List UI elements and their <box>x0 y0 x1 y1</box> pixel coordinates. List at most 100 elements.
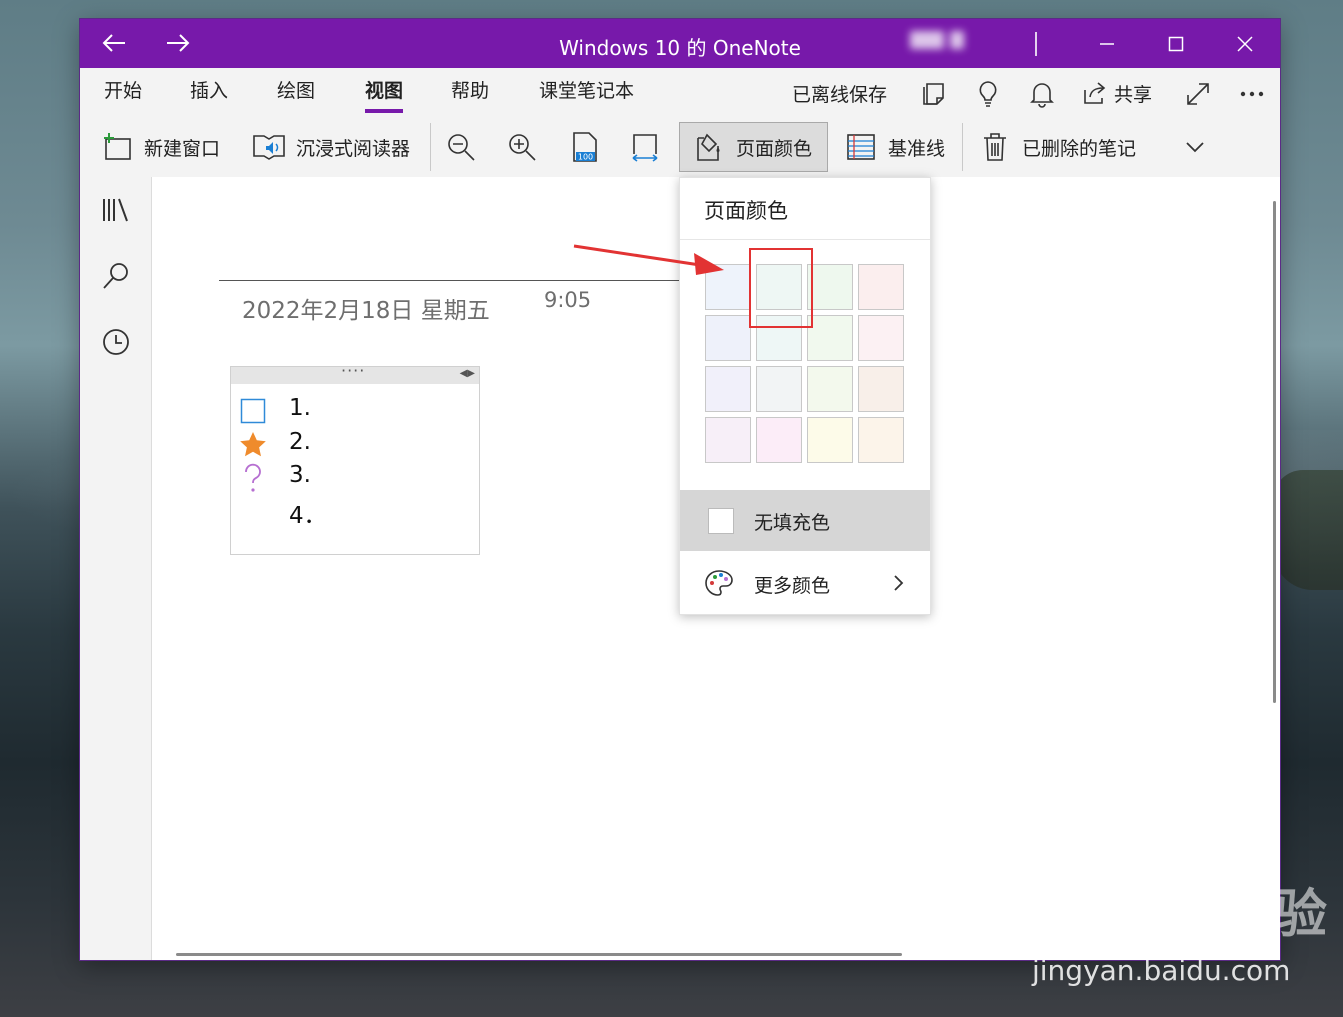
chevron-down-icon <box>1186 142 1204 153</box>
back-button[interactable] <box>94 27 134 59</box>
color-swatch[interactable] <box>858 366 904 412</box>
list-number: 2. <box>289 429 311 455</box>
note-container[interactable]: ···· ◀▶ 1. 2. 3. 4． <box>230 361 480 555</box>
deleted-notes-label: 已删除的笔记 <box>1022 137 1137 160</box>
notebooks-icon <box>103 198 128 222</box>
color-swatch[interactable] <box>705 366 751 412</box>
minimize-icon <box>1100 42 1114 45</box>
ribbon-tabs: 开始 插入 绘图 视图 帮助 课堂笔记本 已离线保存 共享 <box>80 68 1280 118</box>
new-window-button[interactable]: 新建窗口 <box>100 122 220 172</box>
more-options-button[interactable] <box>1235 77 1269 111</box>
color-swatch[interactable] <box>807 417 853 463</box>
star-tag-icon[interactable] <box>239 431 267 459</box>
page-width-button[interactable] <box>628 122 672 172</box>
trash-icon <box>984 133 1006 161</box>
notebooks-button[interactable] <box>98 192 134 228</box>
left-navigation <box>80 177 152 960</box>
checkbox-tag-icon[interactable] <box>239 397 267 425</box>
page-color-dropdown: 页面颜色 无填充色 更多颜色 <box>679 177 931 615</box>
sticky-notes-icon <box>923 83 944 105</box>
color-swatch[interactable] <box>705 315 751 361</box>
color-swatch[interactable] <box>756 417 802 463</box>
tab-draw[interactable]: 绘图 <box>277 68 315 118</box>
color-swatch[interactable] <box>756 315 802 361</box>
new-window-label: 新建窗口 <box>144 137 221 160</box>
tab-help[interactable]: 帮助 <box>451 68 489 118</box>
search-button[interactable] <box>98 258 134 294</box>
clock-icon <box>103 329 129 355</box>
account-name-blurred[interactable] <box>910 31 970 55</box>
tab-class-notebook[interactable]: 课堂笔记本 <box>539 68 634 118</box>
color-swatch[interactable] <box>807 315 853 361</box>
share-icon <box>1084 82 1106 104</box>
horizontal-scrollbar[interactable] <box>176 953 902 956</box>
recent-notes-button[interactable] <box>98 324 134 360</box>
note-container-handle[interactable]: ···· ◀▶ <box>231 361 479 384</box>
ellipsis-icon <box>1240 91 1264 97</box>
no-fill-swatch <box>708 508 734 534</box>
tab-home[interactable]: 开始 <box>104 68 142 118</box>
color-swatch[interactable] <box>858 315 904 361</box>
forward-button[interactable] <box>158 27 198 59</box>
list-item: 2. <box>239 429 439 459</box>
zoom-out-button[interactable] <box>444 122 488 172</box>
share-label: 共享 <box>1114 83 1153 106</box>
tell-me-button[interactable] <box>971 77 1005 111</box>
list-number: 4． <box>289 503 327 529</box>
tab-view[interactable]: 视图 <box>365 68 404 118</box>
deleted-notes-button[interactable]: 已删除的笔记 <box>978 122 1136 172</box>
vertical-scrollbar[interactable] <box>1273 201 1276 703</box>
expand-icon <box>1187 83 1209 105</box>
toolbar-separator <box>962 123 963 171</box>
zoom-100-button[interactable]: 100 <box>568 122 612 172</box>
page-width-icon <box>632 134 658 162</box>
rule-lines-icon <box>847 134 875 160</box>
maximize-button[interactable] <box>1144 19 1208 68</box>
notifications-button[interactable] <box>1025 77 1059 111</box>
color-swatch[interactable] <box>807 366 853 412</box>
close-icon <box>1237 35 1253 52</box>
notifications-feed-button[interactable] <box>918 77 952 111</box>
rule-lines-button[interactable]: 基准线 <box>844 122 945 172</box>
question-tag-icon[interactable] <box>239 463 267 492</box>
palette-icon <box>705 570 733 596</box>
maximize-icon <box>1168 36 1184 51</box>
resize-arrows-icon[interactable]: ◀▶ <box>460 368 475 379</box>
lightbulb-icon <box>979 81 997 107</box>
immersive-reader-button[interactable]: 沉浸式阅读器 <box>252 122 410 172</box>
close-button[interactable] <box>1213 19 1277 68</box>
title-bar: Windows 10 的 OneNote <box>80 19 1280 68</box>
list-number: 3. <box>289 462 311 488</box>
bell-icon <box>1030 83 1054 108</box>
color-swatch[interactable] <box>807 264 853 310</box>
immersive-reader-icon <box>253 135 285 160</box>
color-swatch[interactable] <box>705 417 751 463</box>
color-swatch[interactable] <box>858 417 904 463</box>
list-item: 1. <box>239 395 439 425</box>
ribbon-expand-button[interactable] <box>1178 122 1222 172</box>
tab-insert[interactable]: 插入 <box>190 68 228 118</box>
page-color-button[interactable]: 页面颜色 <box>679 122 828 172</box>
color-swatch[interactable] <box>756 366 802 412</box>
svg-text:100: 100 <box>578 153 593 162</box>
minimize-button[interactable] <box>1075 19 1139 68</box>
immersive-reader-label: 沉浸式阅读器 <box>296 137 411 160</box>
fullscreen-button[interactable] <box>1181 77 1215 111</box>
saved-offline-status[interactable]: 已离线保存 <box>792 68 887 118</box>
color-swatch[interactable] <box>756 264 802 310</box>
title-separator <box>1035 32 1037 56</box>
share-button[interactable]: 共享 <box>1082 68 1152 118</box>
zoom-in-button[interactable] <box>505 122 549 172</box>
color-swatch[interactable] <box>705 264 751 310</box>
no-fill-option[interactable]: 无填充色 <box>680 490 930 551</box>
arrow-left-icon <box>102 34 125 52</box>
color-swatch[interactable] <box>858 264 904 310</box>
drag-handle-icon: ···· <box>341 361 366 380</box>
page-date: 2022年2月18日 星期五 <box>242 298 490 324</box>
more-colors-option[interactable]: 更多颜色 <box>680 552 930 614</box>
zoom-out-icon <box>448 134 475 161</box>
search-icon <box>103 263 128 289</box>
page-time: 9:05 <box>544 288 592 312</box>
chevron-right-icon <box>894 575 904 591</box>
zoom-in-icon <box>509 134 536 161</box>
